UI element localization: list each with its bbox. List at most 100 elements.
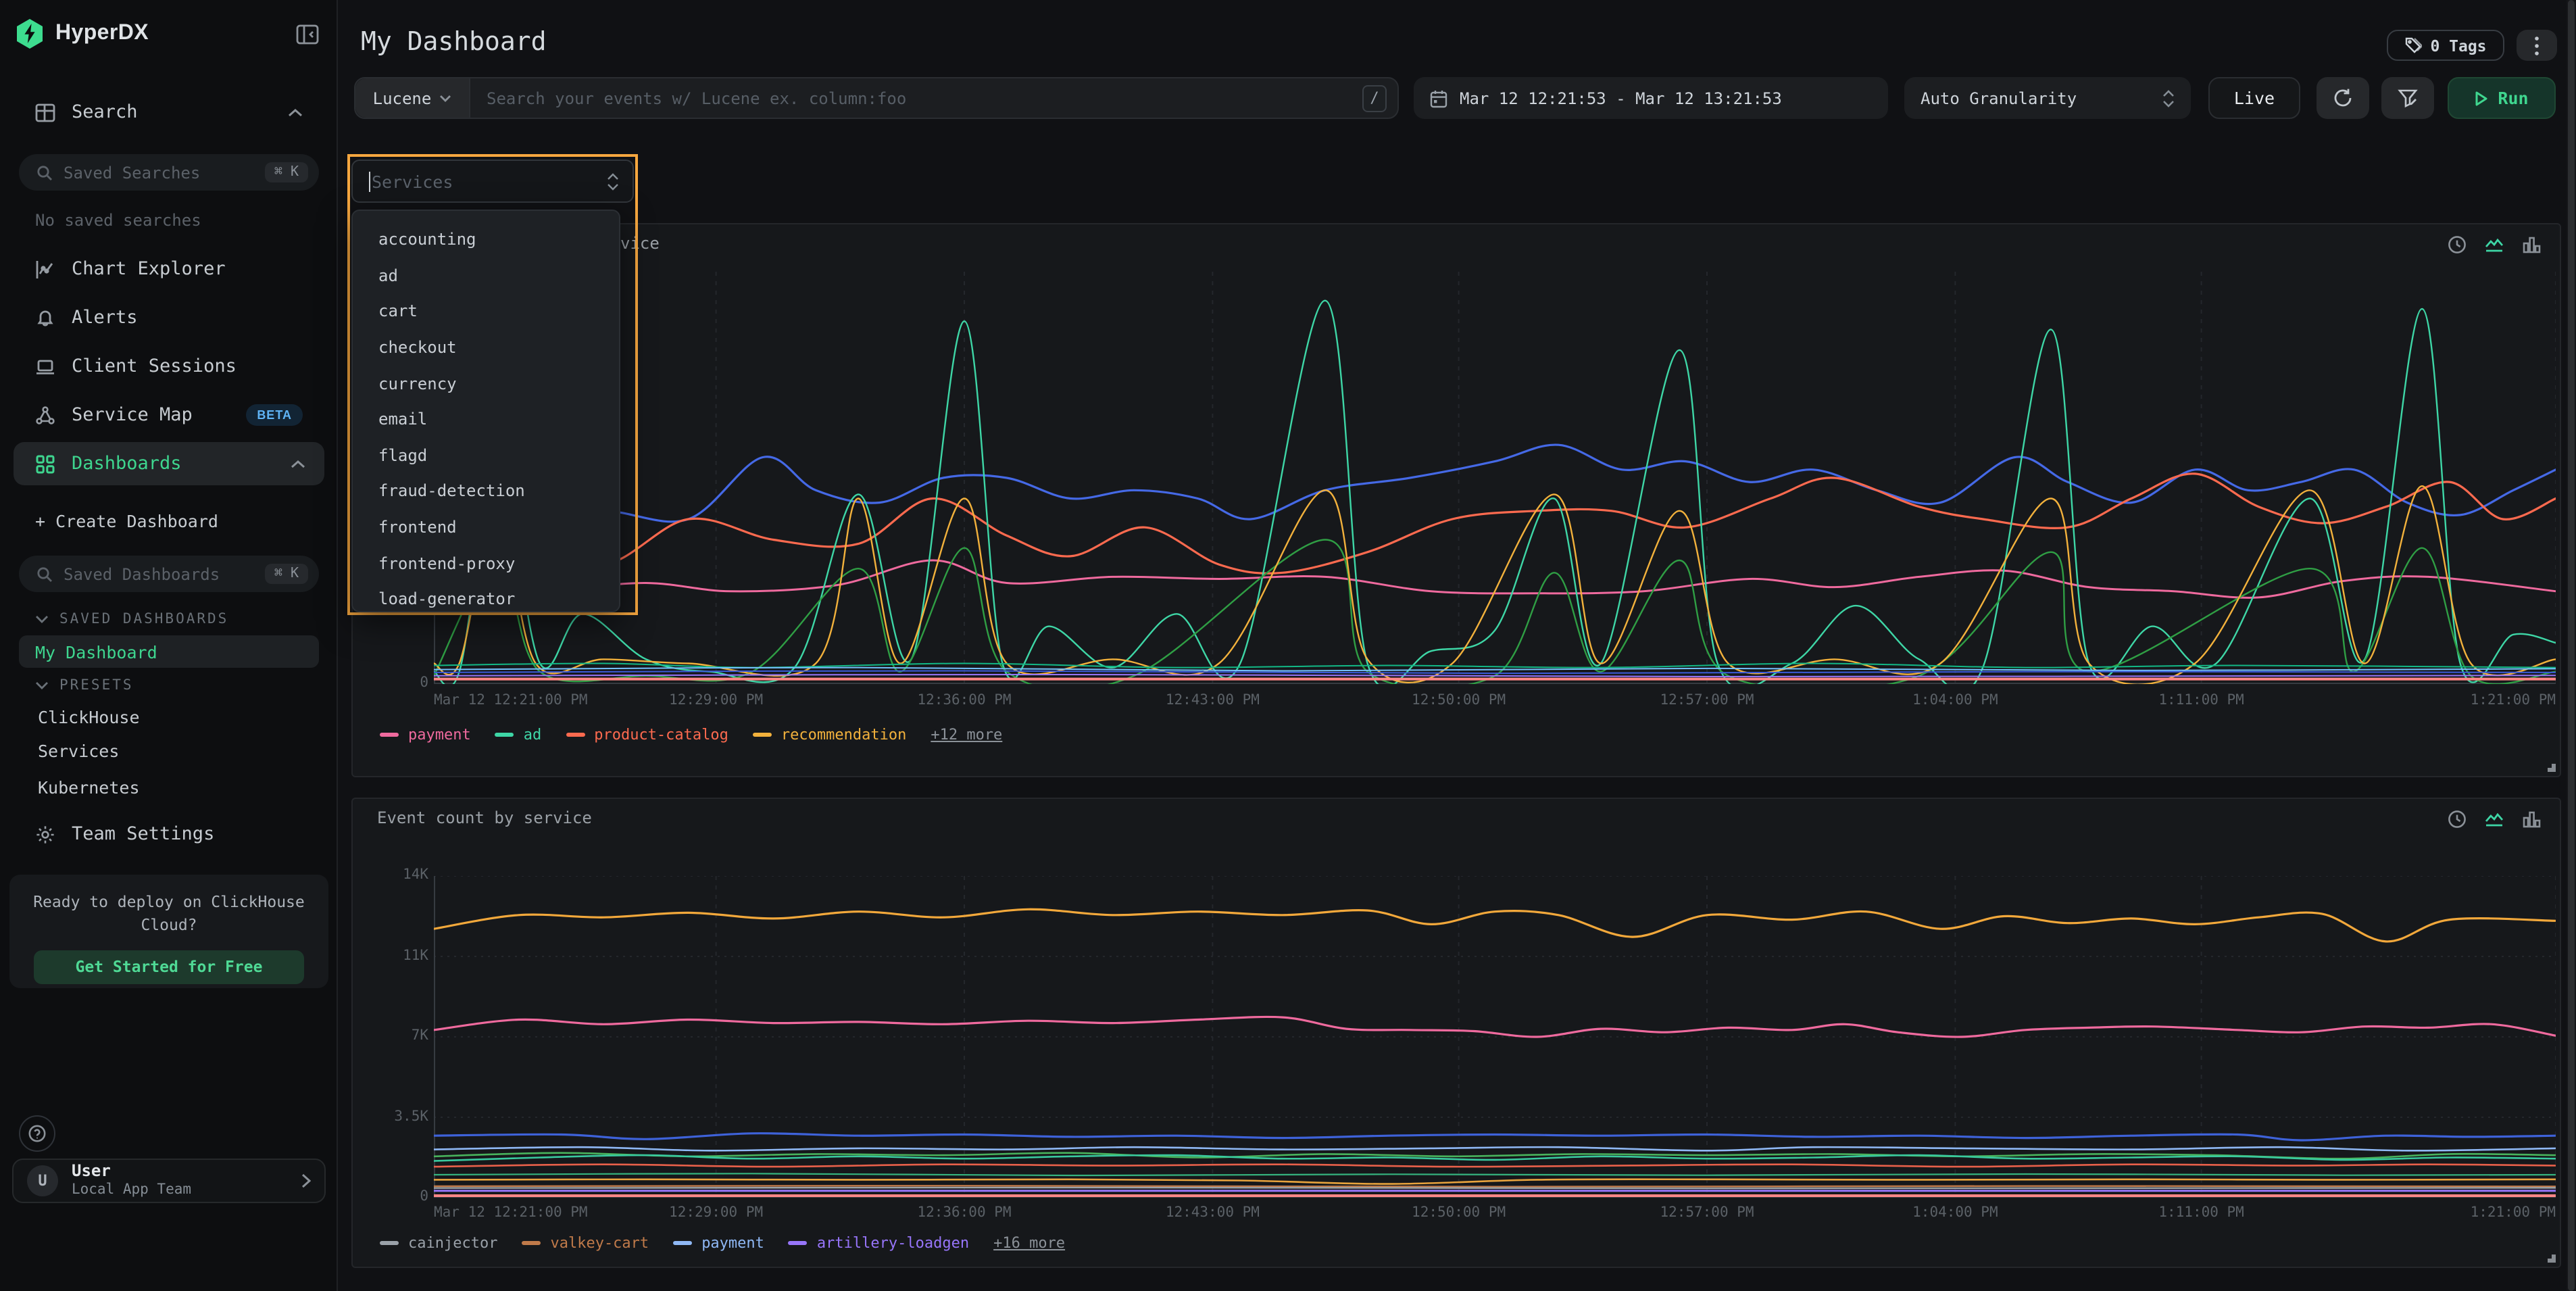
refresh-button[interactable] [2317, 77, 2369, 119]
legend-item[interactable]: payment [380, 726, 471, 744]
services-placeholder: Services [372, 171, 607, 191]
services-option[interactable]: email [353, 401, 619, 437]
services-option[interactable]: checkout [353, 330, 619, 366]
bar-chart-icon[interactable] [2522, 810, 2541, 829]
services-option[interactable]: fraud-detection [353, 473, 619, 509]
legend-item[interactable]: cainjector [380, 1234, 497, 1252]
x-tick-label: 12:43:00 PM [1166, 692, 1260, 708]
series-lightblue [434, 1147, 2556, 1150]
line-chart-icon[interactable] [2484, 235, 2504, 254]
legend-label: product-catalog [594, 726, 728, 744]
legend-label: payment [701, 1234, 764, 1252]
time-icon[interactable] [2448, 810, 2467, 829]
help-button[interactable] [19, 1115, 55, 1152]
run-button[interactable]: Run [2448, 77, 2556, 119]
sidebar-item-dashboards[interactable]: Dashboards [14, 442, 324, 485]
sidebar-item-alerts[interactable]: Alerts [35, 304, 303, 331]
services-option[interactable]: accounting [353, 222, 619, 258]
services-option[interactable]: flagd [353, 437, 619, 473]
user-name: User [72, 1162, 191, 1182]
sidebar-collapse-icon[interactable] [296, 23, 319, 46]
sidebar-item-search[interactable]: Search [35, 99, 303, 126]
services-select-input[interactable]: Services [351, 160, 634, 203]
legend-label: ad [524, 726, 542, 744]
x-tick-label: 1:21:00 PM [2471, 692, 2556, 708]
page-scrollbar[interactable] [2567, 0, 2576, 1291]
time-icon[interactable] [2448, 235, 2467, 254]
series-purple [434, 675, 2556, 677]
scrollbar-thumb[interactable] [2568, 0, 2575, 1291]
filter-button[interactable] [2381, 77, 2434, 119]
time-range-picker[interactable]: Mar 12 12:21:53 - Mar 12 13:21:53 [1414, 77, 1888, 119]
sidebar-item-label: Chart Explorer [72, 258, 226, 280]
search-icon [36, 164, 53, 180]
legend-swatch [495, 733, 514, 737]
create-dashboard-button[interactable]: + Create Dashboard [35, 507, 303, 534]
granularity-select[interactable]: Auto Granularity [1904, 77, 2191, 119]
chart-svg [434, 876, 2556, 1198]
services-option[interactable]: currency [353, 366, 619, 401]
hyperdx-app: HyperDX Search Saved Searches ⌘ K No sav… [0, 0, 2576, 1291]
saved-searches-input[interactable]: Saved Searches ⌘ K [19, 154, 319, 191]
gear-icon [35, 824, 55, 844]
chart-legend: payment ad product-catalog recommendation +1… [380, 726, 1002, 744]
tags-button[interactable]: 0 Tags [2387, 30, 2504, 61]
sidebar-item-clickhouse[interactable]: ClickHouse [38, 707, 140, 727]
sidebar-item-kubernetes[interactable]: Kubernetes [38, 777, 140, 798]
chart-plot-area[interactable] [434, 272, 2556, 684]
services-option[interactable]: load-generator [353, 581, 619, 612]
page-title: My Dashboard [361, 27, 547, 57]
panel-resize-handle[interactable] [2544, 760, 2556, 772]
legend-more-link[interactable]: +12 more [931, 726, 1002, 744]
bar-chart-icon[interactable] [2522, 235, 2541, 254]
services-option[interactable]: cart [353, 293, 619, 329]
dashboard-menu-button[interactable] [2517, 30, 2557, 61]
services-option[interactable]: frontend-proxy [353, 545, 619, 581]
sidebar-item-chart-explorer[interactable]: Chart Explorer [35, 255, 303, 283]
presets-section[interactable]: PRESETS [35, 677, 134, 693]
legend-label: valkey-cart [550, 1234, 649, 1252]
y-axis-labels: 14K11K7K3.5K0 [382, 876, 428, 1198]
legend-item[interactable]: payment [673, 1234, 764, 1252]
event-search-bar[interactable]: Lucene Search your events w/ Lucene ex. … [354, 77, 1399, 119]
legend-more-link[interactable]: +16 more [993, 1234, 1065, 1252]
live-button[interactable]: Live [2208, 77, 2300, 119]
services-option[interactable]: ad [353, 258, 619, 293]
sidebar-item-services[interactable]: Services [38, 741, 119, 761]
user-menu[interactable]: U User Local App Team [12, 1159, 326, 1203]
saved-dashboards-input[interactable]: Saved Dashboards ⌘ K [19, 556, 319, 592]
legend-item[interactable]: valkey-cart [522, 1234, 649, 1252]
saved-dashboard-label: My Dashboard [35, 641, 157, 662]
x-tick-label: 12:50:00 PM [1412, 1204, 1506, 1221]
query-language-select[interactable]: Lucene [355, 78, 470, 118]
chart-panel-latency: vice 0 Mar 12 12:21:00 PM12:29:00 PM12:3… [351, 223, 2561, 777]
shortcut-badge: ⌘ K [265, 162, 308, 182]
line-chart-icon[interactable] [2484, 810, 2504, 829]
services-filter-dropdown: Services accountingadcartcheckoutcurrenc… [347, 154, 638, 615]
x-tick-label: 1:04:00 PM [1912, 1204, 1998, 1221]
sidebar-item-team-settings[interactable]: Team Settings [35, 821, 303, 848]
legend-item[interactable]: product-catalog [566, 726, 728, 744]
promo-text: Ready to deploy on ClickHouse Cloud? [28, 891, 309, 937]
get-started-button[interactable]: Get Started for Free [34, 950, 304, 983]
tags-label: 0 Tags [2430, 36, 2486, 55]
hyperdx-logo-icon [16, 19, 43, 49]
refresh-icon [2333, 88, 2353, 108]
legend-item[interactable]: ad [495, 726, 542, 744]
series-blue [434, 1134, 2556, 1140]
legend-swatch [673, 1242, 692, 1245]
saved-dashboards-section[interactable]: SAVED DASHBOARDS [35, 611, 228, 627]
sidebar: HyperDX Search Saved Searches ⌘ K No sav… [0, 0, 338, 1291]
series-pink [434, 1017, 2556, 1037]
logo[interactable]: HyperDX [16, 19, 149, 49]
services-option[interactable]: frontend [353, 510, 619, 545]
sidebar-item-client-sessions[interactable]: Client Sessions [35, 353, 303, 380]
legend-item[interactable]: recommendation [753, 726, 906, 744]
sidebar-item-my-dashboard[interactable]: My Dashboard [19, 635, 319, 668]
legend-item[interactable]: artillery-loadgen [789, 1234, 969, 1252]
sidebar-item-service-map[interactable]: Service Map BETA [35, 401, 303, 429]
chart-plot-area[interactable] [434, 876, 2556, 1198]
y-tick-label: 11K [403, 947, 428, 963]
series-lightblue [434, 668, 2556, 671]
panel-resize-handle[interactable] [2544, 1250, 2556, 1263]
